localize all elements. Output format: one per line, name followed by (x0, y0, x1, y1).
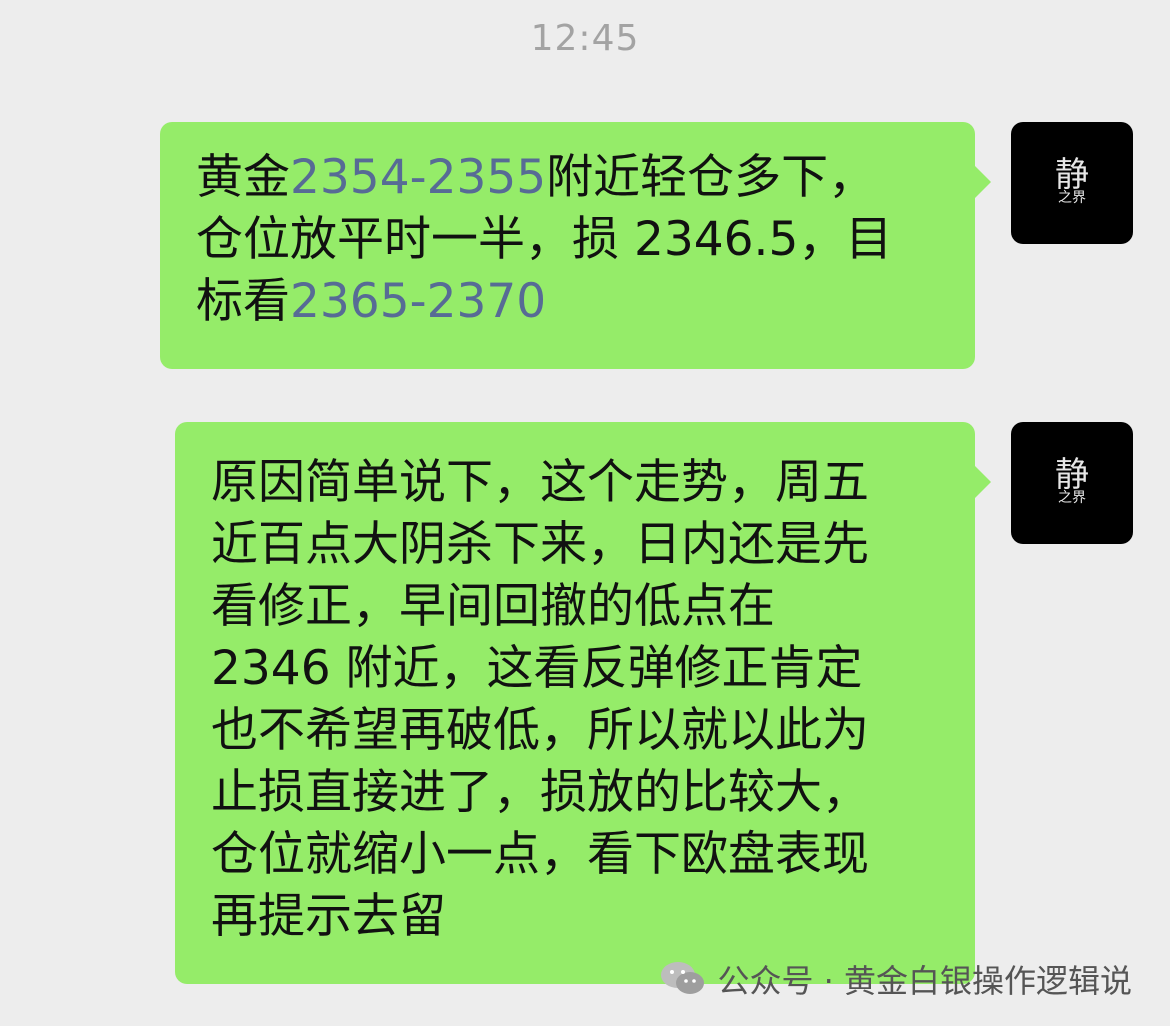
message-text: 黄金 (196, 150, 290, 205)
avatar-logo: 静之界 (1055, 455, 1089, 506)
message-text: 近百点大阴杀下来，日内还是先 (211, 517, 869, 572)
message-line: 止损直接进了，损放的比较大， (211, 762, 945, 824)
message-line: 原因简单说下，这个走势，周五 (211, 452, 945, 514)
message-text: 标看 (196, 274, 290, 329)
avatar-logo: 静之界 (1055, 155, 1089, 206)
message-line: 也不希望再破低，所以就以此为 (211, 700, 945, 762)
message-bubble[interactable]: 黄金2354-2355附近轻仓多下， 仓位放平时一半，损 2346.5，目 标看23… (160, 122, 991, 369)
message-line: 近百点大阴杀下来，日内还是先 (211, 514, 945, 576)
message-text: 也不希望再破低，所以就以此为 (211, 703, 869, 758)
message-text: 再提示去留 (211, 889, 446, 944)
message-bubble[interactable]: 原因简单说下，这个走势，周五 近百点大阴杀下来，日内还是先 看修正，早间回撤的低点在… (175, 422, 991, 984)
message-line: 看修正，早间回撤的低点在 (211, 576, 945, 638)
message-line: 再提示去留 (211, 886, 945, 948)
message-timestamp: 12:45 (530, 18, 640, 59)
message-text: 看修正，早间回撤的低点在 (211, 579, 775, 634)
price-link[interactable]: 2365-2370 (290, 274, 546, 329)
message-text: 仓位就缩小一点，看下欧盘表现 (211, 827, 869, 882)
sender-avatar[interactable]: 静之界 (1011, 122, 1133, 244)
message-text: 原因简单说下，这个走势，周五 (211, 455, 869, 510)
price-link[interactable]: 2354-2355 (290, 150, 546, 205)
wechat-icon (661, 962, 705, 994)
message-text: 止损直接进了，损放的比较大， (211, 765, 869, 820)
message-line: 标看2365-2370 (196, 271, 945, 333)
message-line: 仓位放平时一半，损 2346.5，目 (196, 209, 945, 271)
message-text: 附近轻仓多下， (546, 150, 876, 205)
message-line: 黄金2354-2355附近轻仓多下， (196, 147, 945, 209)
watermark-text: 公众号 · 黄金白银操作逻辑说 (717, 962, 1132, 1000)
message-line: 仓位就缩小一点，看下欧盘表现 (211, 824, 945, 886)
message-text: 2346 附近，这看反弹修正肯定 (211, 641, 863, 696)
message-text: 仓位放平时一半，损 2346.5，目 (196, 212, 893, 267)
watermark: 公众号 · 黄金白银操作逻辑说 (659, 956, 1132, 1002)
message-line: 2346 附近，这看反弹修正肯定 (211, 638, 945, 700)
sender-avatar[interactable]: 静之界 (1011, 422, 1133, 544)
